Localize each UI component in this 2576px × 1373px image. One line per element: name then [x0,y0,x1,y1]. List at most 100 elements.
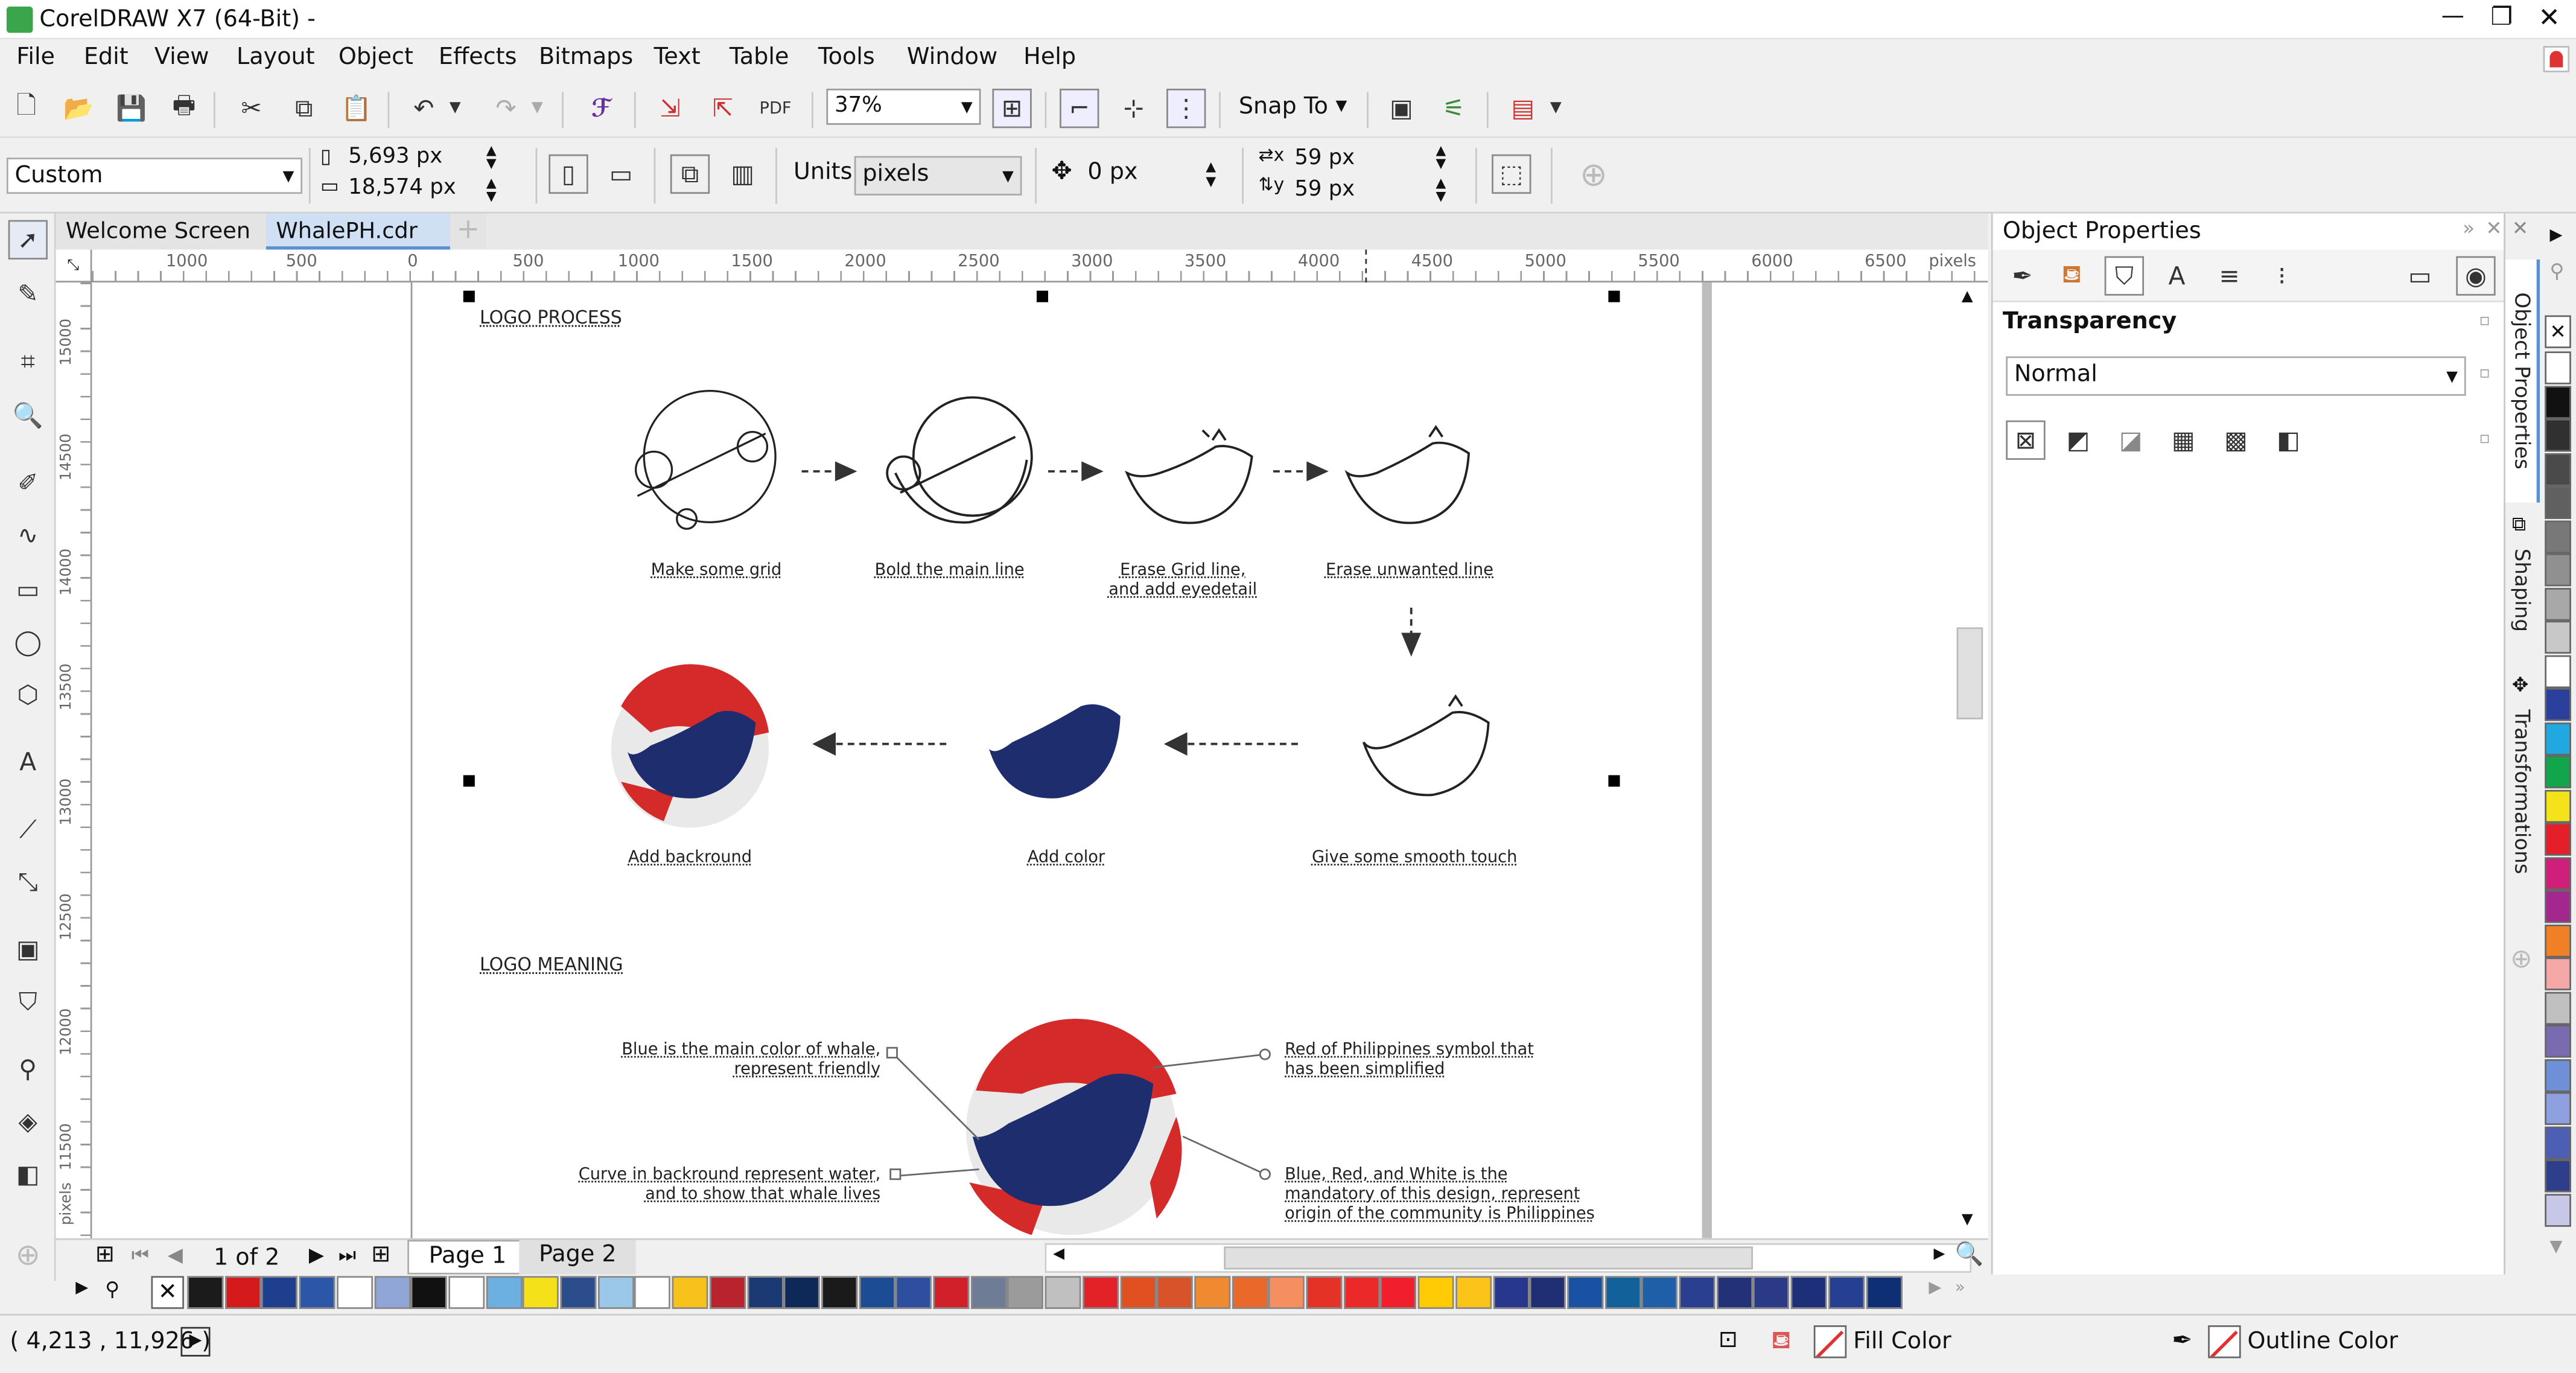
copy-icon[interactable]: ⧉ [284,89,323,128]
uniform-transparency-icon[interactable]: ◩ [2058,421,2097,460]
duplicate-x-field[interactable]: 59 px [1288,143,1430,174]
rectangle-tool-icon[interactable]: ▭ [8,570,48,609]
page-tab-1[interactable]: Page 1 [407,1240,528,1275]
interactive-fill-icon[interactable]: ◈ [8,1102,48,1141]
nudge-distance-field[interactable]: 0 px [1081,156,1199,196]
undo-icon[interactable]: ↶ [404,89,444,128]
ruler-origin[interactable]: ⤡ [56,249,92,283]
color-swatch[interactable] [1343,1276,1380,1309]
color-swatch[interactable] [1567,1276,1603,1309]
drop-shadow-icon[interactable]: ▣ [8,929,48,969]
color-swatch[interactable] [2545,1025,2571,1058]
scroll-down-icon[interactable]: ▼ [1962,1212,1973,1228]
paste-icon[interactable]: 📋 [337,89,376,128]
color-swatch[interactable] [1381,1276,1417,1309]
page-preset-dropdown[interactable]: Custom ▼ [6,158,302,194]
palette-down-icon[interactable]: ▼ [2549,1238,2562,1257]
color-swatch[interactable] [2545,520,2571,553]
docker-pin-icon[interactable]: ✕ [2512,217,2528,240]
color-swatch[interactable] [2545,991,2571,1024]
corel-connect-icon[interactable]: ℱ [582,89,621,128]
menu-tools[interactable]: Tools [818,44,875,71]
docker-collapse-icon[interactable]: » [2463,217,2475,240]
horizontal-scroll-thumb[interactable] [1224,1246,1754,1270]
options-icon[interactable]: ▣ [1382,89,1421,128]
color-swatch[interactable] [1641,1276,1678,1309]
color-swatch[interactable] [634,1276,671,1309]
color-swatch[interactable] [2545,721,2571,755]
color-swatch[interactable] [1268,1276,1305,1309]
duplicate-x-spinner-icon[interactable]: ▲ ▼ [1436,144,1446,171]
add-page-before-icon[interactable]: ⊞ [95,1241,115,1268]
add-icon[interactable]: ⊕ [1574,155,1613,194]
color-swatch[interactable] [2545,486,2571,519]
artistic-media-icon[interactable]: ∿ [8,515,48,555]
smart-fill-icon[interactable]: ◧ [8,1155,48,1194]
visibility-tab-icon[interactable]: ◉ [2456,256,2496,296]
color-swatch[interactable] [2545,620,2571,654]
cut-icon[interactable]: ✂ [232,89,271,128]
vertical-scrollbar[interactable]: ▲ ▼ [1954,288,1985,1235]
color-swatch[interactable] [1754,1276,1790,1309]
color-swatch[interactable] [1306,1276,1343,1309]
polygon-tool-icon[interactable]: ⬡ [8,675,48,714]
text-tool-icon[interactable]: A [8,742,48,782]
color-swatch[interactable] [2545,553,2571,587]
bitmap-pattern-transparency-icon[interactable]: ▩ [2216,421,2256,460]
page-height-field[interactable]: 18,574 px [342,174,480,205]
color-swatch[interactable] [2545,452,2571,486]
show-grid-icon[interactable]: ⊹ [1114,89,1153,128]
prev-page-icon[interactable]: ◀ [168,1243,183,1266]
outline-tab-icon[interactable]: ✒ [2003,256,2042,296]
color-swatch[interactable] [374,1276,410,1309]
pick-tool-icon[interactable]: ➚ [8,220,48,260]
transparency-tool-icon[interactable]: ⛉ [8,982,48,1021]
duplicate-y-field[interactable]: 59 px [1288,174,1430,205]
units-dropdown[interactable]: pixels ▼ [854,156,1022,196]
export-icon[interactable]: ⇱ [703,89,742,128]
menu-window[interactable]: Window [907,44,997,71]
merge-mode-dropdown[interactable]: Normal ▼ [2006,356,2466,396]
snap-to-chevron-icon[interactable]: ▼ [1335,98,1347,115]
color-swatch[interactable] [2545,856,2571,890]
shape-tool-icon[interactable]: ✎ [8,274,48,313]
color-swatch[interactable] [2545,890,2571,923]
snap-to-button[interactable]: Snap To [1239,94,1328,120]
palette-menu-icon[interactable]: » [1955,1279,1965,1298]
color-swatch[interactable] [1828,1276,1865,1309]
color-swatch[interactable] [746,1276,783,1309]
color-swatch[interactable] [560,1276,597,1309]
page-height-spinner-icon[interactable]: ▲ ▼ [486,177,497,204]
color-swatch[interactable] [858,1276,895,1309]
save-icon[interactable]: 💾 [112,89,151,128]
color-swatch[interactable] [187,1276,224,1309]
color-swatch[interactable] [2545,1159,2571,1193]
menu-help[interactable]: Help [1023,44,1076,71]
palette-scroll-right-icon[interactable]: ▶ [1929,1279,1941,1298]
zoom-level-dropdown[interactable]: 37% ▼ [826,88,981,125]
color-swatch[interactable] [784,1276,821,1309]
restore-button[interactable]: ❐ [2490,2,2513,31]
menu-object[interactable]: Object [339,44,413,71]
menu-table[interactable]: Table [730,44,789,71]
frame-tab-icon[interactable]: ⁝ [2262,256,2301,296]
color-swatch[interactable] [1417,1276,1454,1309]
current-page-icon[interactable]: ▥ [723,155,762,194]
color-swatch[interactable] [970,1276,1007,1309]
close-button[interactable]: ✕ [2538,2,2560,33]
color-swatch[interactable] [299,1276,336,1309]
color-swatch[interactable] [1231,1276,1268,1309]
color-swatch[interactable] [2545,823,2571,856]
scroll-left-icon[interactable]: ◀ [1053,1246,1064,1263]
palette-scroll-left-icon[interactable]: ▶ [75,1279,88,1298]
redo-dropdown-icon[interactable]: ▼ [526,89,549,128]
page-width-spinner-icon[interactable]: ▲ ▼ [486,144,497,171]
color-swatch[interactable] [1530,1276,1566,1309]
color-swatch[interactable] [597,1276,634,1309]
color-swatch[interactable] [2545,385,2571,418]
scroll-up-icon[interactable]: ▲ [1962,289,1973,305]
publish-pdf-icon[interactable]: PDF [755,89,795,128]
horizontal-ruler[interactable]: 1000 500 0 500 1000 1500 2000 2500 3000 … [92,249,1988,283]
no-color-swatch[interactable]: ✕ [151,1276,184,1309]
color-swatch[interactable] [336,1276,373,1309]
